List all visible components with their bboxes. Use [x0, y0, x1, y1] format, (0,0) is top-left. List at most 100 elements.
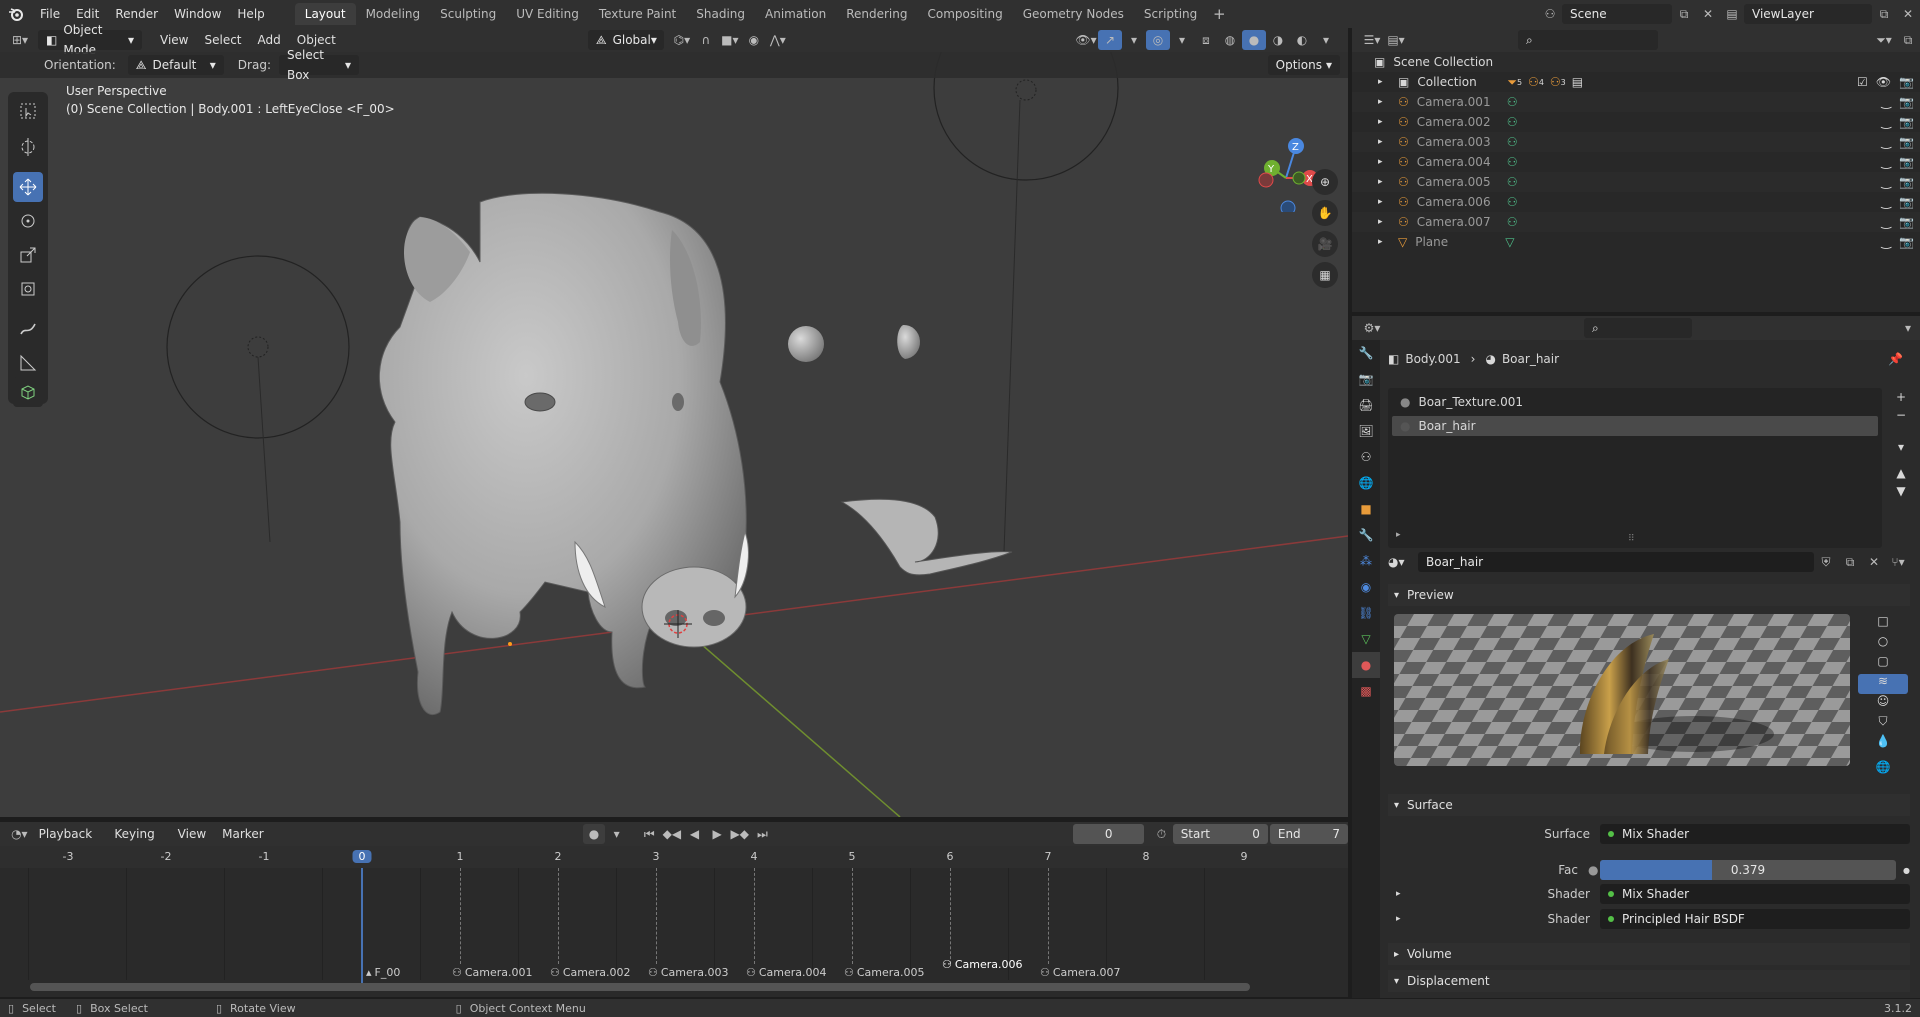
expand-icon[interactable]: ▸	[1378, 157, 1392, 167]
outliner-collection[interactable]: ▸ ▣ Collection ⏷ 5 ⚇ 4 ⚇ 3 ▤ ☑ 👁 📷	[1352, 72, 1920, 92]
xray-icon[interactable]: ⧈	[1194, 30, 1218, 50]
constraints-tab-icon[interactable]: ⛓	[1352, 600, 1380, 626]
render-camera-icon[interactable]: 📷	[1899, 95, 1914, 109]
view-layer-tab-icon[interactable]: 🖼	[1352, 418, 1380, 444]
timeline-scrollbar[interactable]	[30, 983, 1250, 991]
eye-closed-icon[interactable]: ‿	[1881, 135, 1891, 149]
proportional-edit-icon[interactable]: ◉	[742, 30, 766, 50]
texture-tab-icon[interactable]: ▩	[1352, 678, 1380, 704]
expand-icon[interactable]: ▸	[1378, 77, 1392, 87]
preview-range-clock-icon[interactable]: ⏱	[1150, 824, 1173, 844]
preview-fluid-icon[interactable]: 💧	[1858, 734, 1908, 754]
drag-dropdown[interactable]: Select Box ▾	[278, 48, 359, 82]
eye-closed-icon[interactable]: ‿	[1881, 115, 1891, 129]
preview-flat-icon[interactable]: □	[1858, 614, 1908, 634]
expand-icon[interactable]: ▸	[1388, 889, 1410, 899]
cursor-tool-icon[interactable]	[13, 132, 43, 162]
tab-animation[interactable]: Animation	[755, 3, 836, 25]
outliner-item-camera-002[interactable]: ▸ ⚇ Camera.002 ⚇ ‿ 📷	[1352, 112, 1920, 132]
world-tab-icon[interactable]: 🌐	[1352, 470, 1380, 496]
pan-hand-icon[interactable]: ✋	[1312, 200, 1338, 226]
play-reverse-icon[interactable]: ◀	[683, 824, 706, 844]
playhead[interactable]	[361, 868, 363, 988]
scene-close-icon[interactable]: ✕	[1696, 4, 1720, 24]
resize-handle[interactable]: ⠿	[1628, 534, 1635, 544]
material-browse-icon[interactable]: ◕▾	[1388, 555, 1418, 569]
tool-tab-icon[interactable]: 🔧	[1352, 340, 1380, 366]
shading-dropdown-icon[interactable]: ▾	[1314, 30, 1338, 50]
editor-type-icon[interactable]: ⊞▾	[8, 30, 32, 50]
properties-search-input[interactable]: ⌕	[1584, 318, 1692, 338]
prev-keyframe-icon[interactable]: ◆◀	[661, 824, 684, 844]
render-camera-icon[interactable]: 📷	[1899, 195, 1914, 209]
snap-target-icon[interactable]: ■▾	[718, 30, 742, 50]
camera-view-icon[interactable]: 🎥	[1312, 231, 1338, 257]
transform-tool-icon[interactable]	[13, 274, 43, 304]
expand-icon[interactable]: ▸	[1378, 117, 1392, 127]
preview-cloth-icon[interactable]: ⛉	[1858, 714, 1908, 734]
volume-panel-header[interactable]: ▸ Volume	[1388, 943, 1910, 965]
scene-tab-icon[interactable]: ⚇	[1352, 444, 1380, 470]
tab-compositing[interactable]: Compositing	[917, 3, 1012, 25]
marker-label[interactable]: ⚇ Camera.002	[550, 966, 631, 979]
outliner-editor-icon[interactable]: ☰▾	[1360, 30, 1384, 50]
timeline-editor-icon[interactable]: ◔▾	[8, 824, 31, 844]
transform-orientation-dropdown[interactable]: ⟁ Global ▾	[587, 30, 664, 50]
material-tab-icon[interactable]: ●	[1352, 652, 1380, 678]
eye-closed-icon[interactable]: ‿	[1881, 155, 1891, 169]
slot-menu-icon[interactable]: ▾	[1892, 440, 1910, 458]
surface-shader-field[interactable]: Mix Shader	[1600, 824, 1910, 844]
timeline-area[interactable]: -3 -2 -1 0 1 2 3 4 5 6 7 8 9 ▴ F_00 ⚇ Camera.001 ⚇ Camera.…	[0, 846, 1348, 997]
overlays-icon[interactable]: ◎	[1146, 30, 1170, 50]
marker-label[interactable]: ⚇ Camera.001	[452, 966, 533, 979]
tab-texture-paint[interactable]: Texture Paint	[589, 3, 686, 25]
tab-layout[interactable]: Layout	[294, 3, 356, 25]
menu-window[interactable]: Window	[166, 4, 229, 24]
new-collection-icon[interactable]: ⧉	[1896, 30, 1920, 50]
pin-icon[interactable]: 📌	[1888, 352, 1903, 366]
tab-modeling[interactable]: Modeling	[356, 3, 431, 25]
unlink-material-icon[interactable]: ✕	[1862, 552, 1886, 572]
outliner-search-input[interactable]: ⌕	[1518, 30, 1658, 50]
blender-logo-icon[interactable]	[0, 4, 32, 24]
particles-tab-icon[interactable]: ⁂	[1352, 548, 1380, 574]
viewlayer-copy-icon[interactable]: ⧉	[1872, 4, 1896, 24]
expand-icon[interactable]: ▸	[1396, 530, 1401, 540]
outliner-item-camera-004[interactable]: ▸ ⚇ Camera.004 ⚇ ‿ 📷	[1352, 152, 1920, 172]
overlays-dropdown-icon[interactable]: ▾	[1170, 30, 1194, 50]
material-slot-list[interactable]: ● Boar_Texture.001 ● Boar_hair ▸ ⠿	[1388, 388, 1882, 548]
expand-icon[interactable]: ▸	[1378, 217, 1392, 227]
vp-menu-add[interactable]: Add	[250, 30, 289, 50]
checkbox-icon[interactable]: ☑	[1857, 75, 1868, 89]
preview-panel-header[interactable]: ▾ Preview	[1388, 584, 1910, 606]
add-slot-icon[interactable]: +	[1892, 390, 1910, 408]
next-keyframe-icon[interactable]: ▶◆	[728, 824, 751, 844]
orientation-dropdown[interactable]: ⟁ Default ▾	[127, 55, 224, 75]
viewlayer-field[interactable]: ViewLayer	[1744, 4, 1872, 24]
play-icon[interactable]: ▶	[706, 824, 729, 844]
output-tab-icon[interactable]: 🖨	[1352, 392, 1380, 418]
displacement-panel-header[interactable]: ▾ Displacement	[1388, 970, 1910, 992]
modifier-tab-icon[interactable]: 🔧	[1352, 522, 1380, 548]
render-tab-icon[interactable]: 📷	[1352, 366, 1380, 392]
record-icon[interactable]: ●	[582, 824, 606, 844]
menu-tl-view[interactable]: View	[170, 824, 214, 844]
expand-icon[interactable]: ▸	[1378, 97, 1392, 107]
tab-shading[interactable]: Shading	[686, 3, 755, 25]
preview-monkey-icon[interactable]: ☺	[1858, 694, 1908, 714]
mode-dropdown[interactable]: ◧ Object Mode ▾	[38, 23, 142, 57]
surface-panel-header[interactable]: ▾ Surface	[1388, 794, 1910, 816]
marker-label[interactable]: ⚇ Camera.007	[1040, 966, 1121, 979]
menu-marker[interactable]: Marker	[214, 824, 271, 844]
marker-label[interactable]: ⚇ Camera.006	[942, 958, 1023, 971]
material-name-field[interactable]: Boar_hair	[1418, 552, 1814, 572]
preview-sphere-icon[interactable]: ○	[1858, 634, 1908, 654]
expand-icon[interactable]: ▸	[1378, 197, 1392, 207]
pivot-icon[interactable]: ⌬▾	[670, 30, 694, 50]
outliner-item-camera-006[interactable]: ▸ ⚇ Camera.006 ⚇ ‿ 📷	[1352, 192, 1920, 212]
node-link-icon[interactable]: ⑂▾	[1886, 552, 1910, 572]
render-camera-icon[interactable]: 📷	[1899, 115, 1914, 129]
jump-start-icon[interactable]: ⏮	[638, 824, 661, 844]
keyframe-dot-icon[interactable]: ●	[1896, 866, 1910, 875]
marker-label[interactable]: ⚇ Camera.003	[648, 966, 729, 979]
